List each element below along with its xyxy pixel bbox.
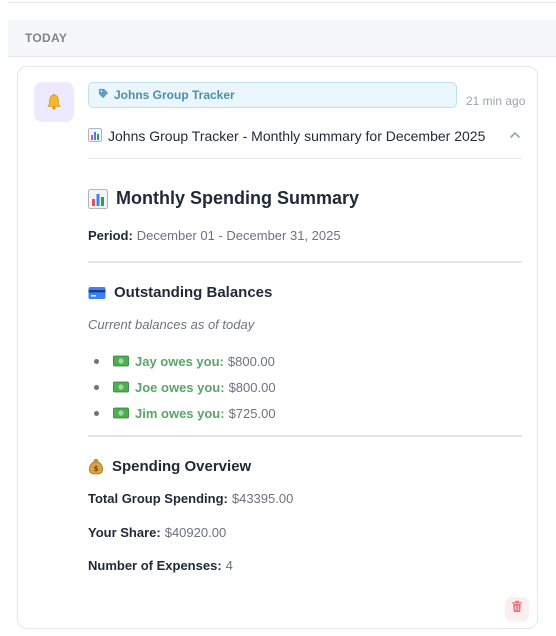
- money-icon: [113, 407, 129, 419]
- balances-divider: [88, 435, 522, 437]
- summary-heading: Monthly Spending Summary: [88, 188, 359, 209]
- overview-heading: $ Spending Overview: [88, 458, 251, 475]
- group-tag[interactable]: Johns Group Tracker: [88, 82, 457, 108]
- bullet: [94, 384, 99, 390]
- svg-text:$: $: [94, 465, 99, 473]
- chevron-up-icon[interactable]: [508, 128, 522, 145]
- trash-icon: [511, 600, 523, 618]
- balance-value: $725.00: [228, 405, 276, 421]
- expenses-label: Number of Expenses:: [88, 558, 222, 573]
- list-item: Jay owes you: $800.00: [94, 348, 276, 374]
- timestamp: 21 min ago: [466, 94, 526, 108]
- section-title: TODAY: [25, 31, 68, 45]
- balance-value: $800.00: [227, 353, 275, 369]
- overview-title: Spending Overview: [112, 458, 252, 475]
- bullet: [94, 410, 99, 416]
- bullet: [94, 358, 99, 364]
- total-label: Total Group Spending:: [88, 491, 228, 506]
- share-label: Your Share:: [88, 525, 161, 540]
- delete-button[interactable]: [505, 597, 529, 621]
- balances-heading: Outstanding Balances: [88, 284, 272, 301]
- bar-chart-icon: [88, 127, 102, 145]
- share-value: $40920.00: [164, 525, 227, 540]
- expenses-value: 4: [225, 558, 233, 573]
- list-item: Joe owes you: $800.00: [94, 374, 276, 400]
- subject-divider: [88, 158, 522, 159]
- list-item: Jim owes you: $725.00: [94, 400, 276, 426]
- period-label: Period:: [88, 228, 133, 243]
- subject-text: Johns Group Tracker - Monthly summary fo…: [108, 128, 486, 144]
- credit-card-icon: [88, 286, 106, 300]
- section-header: TODAY: [8, 20, 556, 57]
- balance-label: Jay owes you:: [135, 353, 224, 369]
- bell-icon: [34, 82, 74, 122]
- balance-label: Jim owes you:: [135, 405, 225, 421]
- balance-label: Joe owes you:: [135, 379, 225, 395]
- balances-list: Jay owes you: $800.00 Joe owes you: $800…: [94, 348, 276, 426]
- money-icon: [113, 355, 129, 367]
- tag-label: Johns Group Tracker: [114, 88, 235, 102]
- bar-chart-icon: [88, 188, 108, 209]
- summary-divider: [88, 261, 522, 263]
- notification-subject[interactable]: Johns Group Tracker - Monthly summary fo…: [88, 125, 522, 147]
- period-value: December 01 - December 31, 2025: [136, 228, 341, 243]
- money-bag-icon: $: [88, 458, 104, 475]
- money-icon: [113, 381, 129, 393]
- balance-value: $800.00: [228, 379, 276, 395]
- total-value: $43395.00: [231, 491, 294, 506]
- balances-subtitle: Current balances as of today: [88, 317, 255, 332]
- tag-icon: [98, 88, 109, 102]
- balances-title: Outstanding Balances: [114, 284, 273, 301]
- top-divider: [8, 2, 556, 3]
- period-field: Period: December 01 - December 31, 2025: [88, 228, 341, 243]
- total-spending-field: Total Group Spending: $43395.00: [88, 491, 293, 506]
- expenses-count-field: Number of Expenses: 4: [88, 558, 233, 573]
- notification-card[interactable]: Johns Group Tracker 21 min ago Johns Gro…: [17, 66, 538, 629]
- summary-title: Monthly Spending Summary: [116, 188, 360, 208]
- your-share-field: Your Share: $40920.00: [88, 525, 226, 540]
